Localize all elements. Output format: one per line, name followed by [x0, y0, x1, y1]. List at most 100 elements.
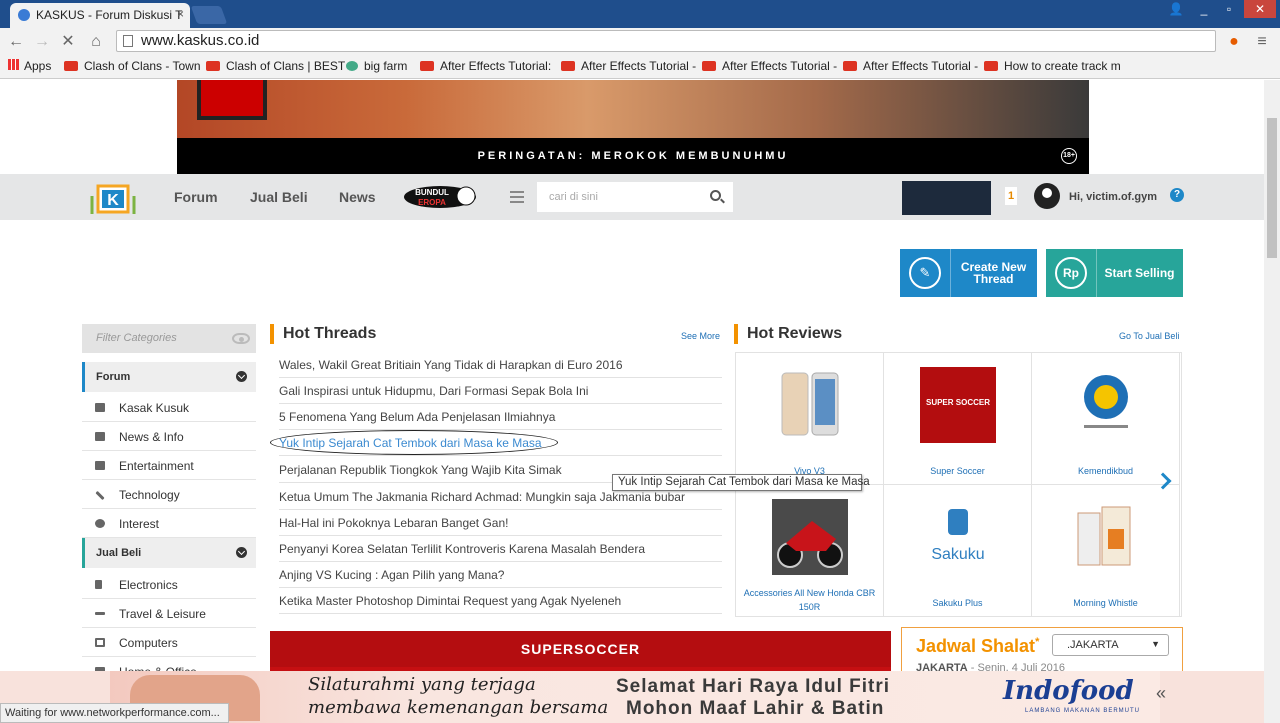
- review-card[interactable]: SUPER SOCCER Super Soccer: [884, 353, 1032, 485]
- thread-item[interactable]: Gali Inspirasi untuk Hidupmu, Dari Forma…: [279, 378, 722, 404]
- avatar[interactable]: [1034, 183, 1060, 209]
- review-card[interactable]: Kemendikbud: [1032, 353, 1180, 485]
- bookmark-label: After Effects Tutorial -: [581, 59, 697, 73]
- phone-icon: [95, 580, 102, 589]
- top-banner-ad[interactable]: PERINGATAN: MEROKOK MEMBUNUHMU 18+: [177, 80, 1089, 174]
- bookmark-item[interactable]: After Effects Tutorial -: [702, 59, 837, 73]
- thread-item[interactable]: Ketika Master Photoshop Dimintai Request…: [279, 588, 722, 614]
- maximize-button[interactable]: ▫: [1215, 0, 1243, 18]
- user-greeting[interactable]: Hi, victim.of.gym: [1069, 191, 1157, 203]
- new-tab-button[interactable]: [190, 6, 228, 24]
- bookmark-label: Clash of Clans - Town: [84, 59, 201, 73]
- scrollbar-thumb[interactable]: [1267, 118, 1277, 258]
- extension-icon[interactable]: ●: [1224, 32, 1244, 52]
- stop-loading-icon[interactable]: ✕: [58, 32, 78, 52]
- bookmark-apps[interactable]: Apps: [8, 59, 51, 73]
- thread-item[interactable]: Anjing VS Kucing : Agan Pilih yang Mana?: [279, 562, 722, 588]
- monitor-icon: [95, 638, 105, 647]
- youtube-icon: [64, 61, 78, 71]
- ad-line-1: Silaturahmi yang terjaga: [308, 674, 536, 695]
- back-icon[interactable]: ←: [6, 32, 26, 52]
- review-card[interactable]: Vivo V3: [736, 353, 884, 485]
- bookmark-item[interactable]: After Effects Tutorial -: [561, 59, 696, 73]
- bookmarks-bar: Apps Clash of Clans - Town Clash of Clan…: [0, 56, 1280, 79]
- sidebar-item-label: Technology: [119, 488, 180, 502]
- sidebar-head-forum[interactable]: Forum: [82, 362, 256, 392]
- banner-product-image: [197, 80, 267, 120]
- bundul-eropa-logo[interactable]: BUNDUL EROPA: [402, 181, 478, 211]
- collapse-ad-icon[interactable]: «: [1156, 683, 1166, 704]
- bookmark-item[interactable]: After Effects Tutorial -: [843, 59, 978, 73]
- smoking-warning: PERINGATAN: MEROKOK MEMBUNUHMU 18+: [177, 138, 1089, 174]
- menu-hamburger-icon[interactable]: [510, 191, 524, 203]
- sidebar-item-label: Kasak Kusuk: [119, 401, 190, 415]
- start-selling-button[interactable]: Rp Start Selling: [1046, 249, 1183, 297]
- page-scrollbar[interactable]: [1264, 80, 1280, 723]
- review-caption: Super Soccer: [930, 466, 985, 476]
- profile-icon[interactable]: 👤: [1162, 0, 1190, 18]
- pencil-icon: ✎: [909, 257, 941, 289]
- sidebar-head-jual-beli[interactable]: Jual Beli: [82, 538, 256, 568]
- see-more-link[interactable]: See More: [681, 331, 720, 341]
- chrome-menu-icon[interactable]: ≡: [1252, 32, 1272, 52]
- youtube-icon: [843, 61, 857, 71]
- sidebar-item-interest[interactable]: Interest: [82, 509, 256, 538]
- sakuku-image: Sakuku: [920, 499, 996, 575]
- home-icon[interactable]: ⌂: [86, 32, 106, 52]
- filter-categories-input[interactable]: Filter Categories: [82, 324, 256, 353]
- nav-jual-beli[interactable]: Jual Beli: [250, 189, 308, 205]
- thread-item[interactable]: Wales, Wakil Great Britiain Yang Tidak d…: [279, 352, 722, 378]
- create-thread-button[interactable]: ✎ Create New Thread: [900, 249, 1037, 297]
- tab-close-icon[interactable]: ×: [177, 7, 184, 21]
- rupiah-icon: Rp: [1055, 257, 1087, 289]
- forward-icon[interactable]: →: [32, 32, 52, 52]
- sidebar-item-technology[interactable]: Technology: [82, 480, 256, 509]
- rocket-icon: [95, 490, 105, 501]
- close-window-button[interactable]: ✕: [1244, 0, 1276, 18]
- eye-icon[interactable]: [232, 333, 250, 344]
- youtube-icon: [984, 61, 998, 71]
- bookmark-item[interactable]: Clash of Clans - Town: [64, 59, 201, 73]
- kaskus-logo[interactable]: K: [88, 180, 140, 216]
- bookmark-label: big farm: [364, 59, 408, 73]
- thread-item[interactable]: Penyanyi Korea Selatan Terlilit Kontrove…: [279, 536, 722, 562]
- bookmark-item[interactable]: Clash of Clans | BEST: [206, 59, 345, 73]
- help-icon[interactable]: ?: [1170, 188, 1184, 202]
- review-card[interactable]: Sakuku Sakuku Plus: [884, 485, 1032, 617]
- minimize-button[interactable]: _: [1190, 0, 1218, 18]
- sidebar-item-electronics[interactable]: Electronics: [82, 570, 256, 599]
- go-to-jual-beli-link[interactable]: Go To Jual Beli: [1119, 331, 1179, 341]
- review-card[interactable]: Accessories All New Honda CBR 150R: [736, 485, 884, 617]
- browser-tab[interactable]: KASKUS - Forum Diskusi T ×: [10, 3, 190, 28]
- tv-icon: [95, 461, 105, 470]
- sidebar-item-news-info[interactable]: News & Info: [82, 422, 256, 451]
- review-card[interactable]: Morning Whistle: [1032, 485, 1180, 617]
- sidebar-item-label: Travel & Leisure: [119, 607, 206, 621]
- sidebar-item-kasak-kusuk[interactable]: Kasak Kusuk: [82, 393, 256, 422]
- ad-greeting-2: Mohon Maaf Lahir & Batin: [626, 698, 885, 719]
- youtube-icon: [561, 61, 575, 71]
- search-input[interactable]: cari di sini: [537, 182, 733, 212]
- sidebar-item-entertainment[interactable]: Entertainment: [82, 451, 256, 480]
- thread-item[interactable]: Hal-Hal ini Pokoknya Lebaran Banget Gan!: [279, 510, 722, 536]
- svg-text:EROPA: EROPA: [418, 198, 446, 207]
- browser-tab-strip: KASKUS - Forum Diskusi T × 👤 _ ▫ ✕: [0, 0, 1280, 28]
- jadwal-title: Jadwal Shalat*: [916, 636, 1039, 657]
- search-icon[interactable]: [710, 190, 721, 201]
- thread-item[interactable]: 5 Fenomena Yang Belum Ada Penjelasan Ilm…: [279, 404, 722, 430]
- city-select[interactable]: .JAKARTA ▼: [1052, 634, 1169, 656]
- sidebar-item-label: Computers: [119, 636, 178, 650]
- bookmark-item[interactable]: After Effects Tutorial:: [420, 59, 551, 73]
- address-bar[interactable]: www.kaskus.co.id: [116, 30, 1216, 52]
- nav-news[interactable]: News: [339, 189, 376, 205]
- notification-count[interactable]: 1: [1005, 187, 1017, 205]
- bookmark-item[interactable]: big farm: [346, 59, 407, 73]
- header-ad-slot[interactable]: [902, 181, 991, 215]
- morning-whistle-image: [1068, 499, 1144, 575]
- start-selling-label: Start Selling: [1104, 266, 1175, 280]
- nav-forum[interactable]: Forum: [174, 189, 218, 205]
- sidebar-item-computers[interactable]: Computers: [82, 628, 256, 657]
- bookmark-item[interactable]: How to create track m: [984, 59, 1121, 73]
- sidebar-item-travel-leisure[interactable]: Travel & Leisure: [82, 599, 256, 628]
- city-select-value: .JAKARTA: [1067, 639, 1119, 651]
